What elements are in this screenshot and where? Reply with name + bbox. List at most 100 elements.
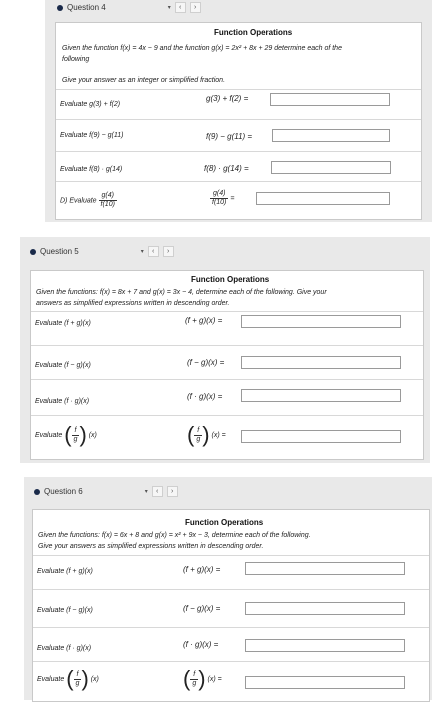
row-equation: (f − g)(x) =	[187, 358, 225, 367]
row-label-tail: (x)	[90, 675, 99, 683]
row-equation: (f · g)(x) =	[183, 640, 219, 649]
question-4-title: Function Operations	[214, 28, 293, 37]
equals-text: (x) =	[207, 675, 222, 683]
row-label: Evaluate f(9) − g(11)	[60, 132, 124, 139]
row-label: Evaluate (f · g)(x)	[35, 398, 90, 405]
prev-question-button[interactable]: ‹	[174, 2, 186, 13]
question-4-header: Question 4 ▾ ‹ ›	[57, 2, 201, 13]
fraction-numerator: g(4)	[210, 190, 229, 199]
next-question-button[interactable]: ›	[166, 486, 178, 497]
answer-input[interactable]	[271, 161, 391, 174]
answer-input[interactable]	[256, 192, 390, 205]
right-paren: )	[198, 666, 206, 691]
question-5-card: Function Operations Given the functions:…	[30, 270, 424, 460]
row-equation: f(8) · g(14) =	[204, 164, 249, 173]
question-4-instructions: Give your answer as an integer or simpli…	[62, 77, 226, 84]
answer-input[interactable]	[245, 562, 405, 575]
question-5-row-b: Evaluate (f − g)(x) (f − g)(x) =	[31, 345, 423, 380]
prev-question-button[interactable]: ‹	[151, 486, 163, 497]
next-question-button[interactable]: ›	[162, 246, 174, 257]
right-paren: )	[81, 666, 89, 691]
answer-input[interactable]	[241, 389, 401, 402]
answer-input[interactable]	[241, 430, 401, 443]
question-6-row-a: Evaluate (f + g)(x) (f + g)(x) =	[33, 555, 429, 590]
answer-input[interactable]	[270, 93, 390, 106]
question-6-header: Question 6 ▾ ‹ ›	[34, 486, 178, 497]
answer-input[interactable]	[272, 129, 390, 142]
question-4-row-b: Evaluate f(9) − g(11) f(9) − g(11) =	[56, 119, 421, 152]
question-5-row-c: Evaluate (f · g)(x) (f · g)(x) =	[31, 379, 423, 416]
question-6-intro-2: Give your answers as simplified expressi…	[38, 543, 264, 550]
row-label: Evaluate (f + g)(x)	[37, 568, 93, 575]
question-6-panel: Question 6 ▾ ‹ › Function Operations Giv…	[24, 477, 432, 702]
question-5-row-a: Evaluate (f + g)(x) (f + g)(x) =	[31, 311, 423, 346]
question-5-row-d: Evaluate (f g) (x) (f g) (x) =	[31, 415, 423, 459]
question-6-title: Function Operations	[185, 518, 264, 527]
question-4-intro-2: following	[62, 56, 90, 63]
next-question-button[interactable]: ›	[189, 2, 201, 13]
row-label: Evaluate f(8) · g(14)	[60, 166, 123, 173]
question-4-label: Question 4	[67, 3, 106, 12]
row-label-d: Evaluate (f g) (x)	[37, 666, 99, 692]
question-5-label: Question 5	[40, 247, 79, 256]
fraction-numerator: g(4)	[98, 192, 117, 201]
question-6-row-b: Evaluate (f − g)(x) (f − g)(x) =	[33, 589, 429, 628]
equals-text: (x) =	[211, 431, 226, 439]
question-status-dot	[57, 4, 63, 11]
question-4-row-d: D) Evaluate g(4) f(10) g(4) f(10) =	[56, 181, 421, 218]
prev-question-button[interactable]: ‹	[147, 246, 159, 257]
question-5-intro-2: answers as simplified expressions writte…	[36, 300, 230, 307]
row-equation: g(3) + f(2) =	[206, 94, 249, 103]
question-5-panel: Question 5 ▾ ‹ › Function Operations Giv…	[20, 237, 430, 463]
question-6-label: Question 6	[44, 487, 83, 496]
chevron-down-icon[interactable]: ▾	[145, 488, 148, 495]
left-paren: (	[64, 422, 72, 447]
answer-input[interactable]	[245, 602, 405, 615]
chevron-down-icon[interactable]: ▾	[168, 4, 171, 11]
fraction-denominator: f(10)	[212, 199, 227, 206]
question-4-card: Function Operations Given the function f…	[55, 22, 422, 220]
question-4-row-c: Evaluate f(8) · g(14) f(8) · g(14) =	[56, 151, 421, 182]
answer-input[interactable]	[245, 639, 405, 652]
row-label: Evaluate (f · g)(x)	[37, 645, 92, 652]
question-4-panel: Question 4 ▾ ‹ › Function Operations Giv…	[45, 0, 432, 222]
row-equation: (f · g)(x) =	[187, 392, 223, 401]
question-6-card: Function Operations Given the functions:…	[32, 509, 430, 702]
row-label: Evaluate (f − g)(x)	[37, 607, 93, 614]
right-paren: )	[79, 422, 87, 447]
chevron-down-icon[interactable]: ▾	[141, 248, 144, 255]
question-5-header: Question 5 ▾ ‹ ›	[30, 246, 174, 257]
row-equation-d: g(4) f(10) =	[210, 190, 234, 207]
right-paren: )	[202, 422, 210, 447]
row-label-text: Evaluate	[35, 431, 63, 439]
left-paren: (	[66, 666, 74, 691]
question-status-dot	[34, 488, 40, 495]
row-equation-d: (f g) (x) =	[187, 422, 226, 448]
left-paren: (	[183, 666, 191, 691]
fraction: g(4) f(10)	[98, 192, 117, 209]
answer-input[interactable]	[245, 676, 405, 689]
row-equation: (f + g)(x) =	[185, 316, 223, 325]
row-equation: (f + g)(x) =	[183, 565, 221, 574]
question-status-dot	[30, 248, 36, 255]
question-4-intro: Given the function f(x) = 4x − 9 and the…	[62, 45, 342, 52]
row-equation: f(9) − g(11) =	[206, 132, 253, 141]
question-6-row-d: Evaluate (f g) (x) (f g) (x) =	[33, 661, 429, 702]
question-6-row-c: Evaluate (f · g)(x) (f · g)(x) =	[33, 627, 429, 662]
row-equation-d: (f g) (x) =	[183, 666, 222, 692]
row-label-d: D) Evaluate g(4) f(10)	[60, 192, 117, 209]
row-label: Evaluate g(3) + f(2)	[60, 101, 121, 108]
answer-input[interactable]	[241, 315, 401, 328]
row-label-text: D) Evaluate	[60, 197, 97, 205]
question-6-intro: Given the functions: f(x) = 6x + 8 and g…	[38, 532, 311, 539]
fraction: g(4) f(10)	[210, 190, 229, 207]
row-label-text: Evaluate	[37, 675, 65, 683]
row-label: Evaluate (f − g)(x)	[35, 362, 91, 369]
left-paren: (	[187, 422, 195, 447]
question-5-title: Function Operations	[191, 275, 270, 284]
row-label: Evaluate (f + g)(x)	[35, 320, 91, 327]
answer-input[interactable]	[241, 356, 401, 369]
question-4-row-a: Evaluate g(3) + f(2) g(3) + f(2) =	[56, 89, 421, 120]
question-5-intro: Given the functions: f(x) = 8x + 7 and g…	[36, 289, 327, 296]
equals-sign: =	[230, 195, 235, 203]
